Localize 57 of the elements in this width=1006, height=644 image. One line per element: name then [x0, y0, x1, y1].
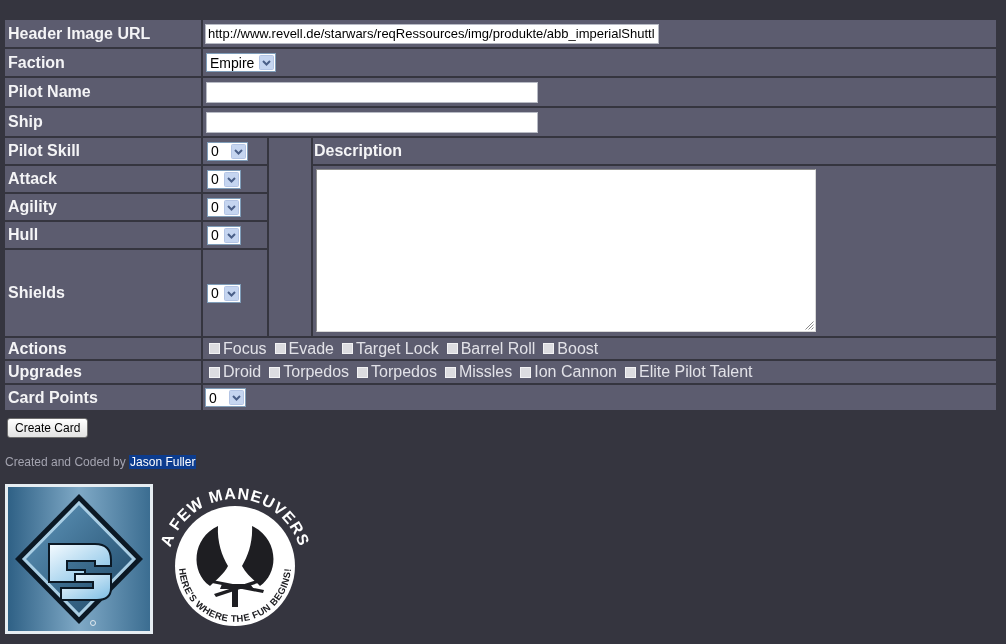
checkbox-label[interactable]: Torpedos [283, 363, 350, 381]
checkbox[interactable] [520, 366, 532, 378]
checkbox-label[interactable]: Missles [458, 363, 513, 381]
chevron-down-icon [224, 171, 239, 187]
checkbox[interactable] [274, 343, 286, 354]
checkbox[interactable] [209, 343, 220, 354]
chevron-down-icon [224, 227, 239, 243]
checkbox-label[interactable]: Boost [557, 339, 599, 358]
stat-dropdown[interactable]: 0 [207, 225, 241, 245]
checkbox[interactable] [357, 366, 369, 378]
checkbox-label[interactable]: Evade [288, 339, 334, 358]
field-label: Header Image URL [8, 24, 151, 43]
field-label: Pilot Name [8, 83, 91, 101]
chevron-down-icon [224, 199, 239, 215]
field-label: Attack [8, 170, 57, 188]
stat-dropdown[interactable]: 0 [207, 197, 241, 217]
chevron-down-icon [231, 143, 246, 159]
checkbox-label[interactable]: Elite Pilot Talent [638, 363, 753, 381]
field-label: Actions [8, 339, 67, 358]
chevron-down-icon [229, 390, 244, 405]
field-label: Upgrades [8, 363, 82, 381]
stat-dropdown[interactable]: 0 [207, 283, 241, 303]
description-field[interactable] [316, 169, 816, 332]
text-field[interactable] [206, 111, 538, 133]
text-field[interactable] [206, 81, 538, 103]
field-label: Ship [8, 113, 43, 131]
stat-dropdown[interactable]: 0 [207, 169, 241, 189]
checkbox[interactable] [444, 366, 456, 378]
checkbox-label[interactable]: Ion Cannon [534, 363, 617, 381]
field-label: Shields [8, 284, 65, 302]
text-field[interactable]: http://www.revell.de/starwars/reqRessources/img/produkte/abb_imperialShuttl [205, 23, 659, 44]
checkbox[interactable] [341, 343, 353, 354]
points-dropdown[interactable]: 0 [205, 388, 246, 407]
field-label: Agility [8, 198, 57, 216]
checkbox[interactable] [446, 343, 458, 354]
checkbox-label[interactable]: Focus [223, 339, 267, 358]
credit-text: Created and Coded by Jason Fuller [5, 455, 197, 470]
description-label: Description [314, 142, 402, 160]
faction-dropdown[interactable]: Empire [206, 53, 277, 72]
author-link[interactable]: Jason Fuller [129, 455, 197, 469]
field-label: Faction [8, 53, 65, 72]
checkbox[interactable] [269, 366, 281, 378]
resize-grip-icon[interactable] [805, 321, 814, 330]
chevron-down-icon [224, 285, 239, 301]
checkbox[interactable] [624, 366, 636, 378]
field-label: Hull [8, 226, 39, 244]
checkbox-label[interactable]: Barrel Roll [460, 339, 536, 358]
chevron-down-icon [259, 55, 275, 70]
checkbox[interactable] [543, 343, 555, 354]
create-card-button[interactable]: Create Card [7, 418, 89, 438]
stat-dropdown[interactable]: 0 [207, 141, 248, 161]
checkbox[interactable] [209, 366, 220, 378]
field-label: Pilot Skill [8, 142, 80, 160]
checkbox-label[interactable]: Target Lock [355, 339, 439, 358]
checkbox-label[interactable]: Droid [223, 363, 262, 381]
field-label: Card Points [8, 388, 98, 407]
checkbox-label[interactable]: Torpedos [371, 363, 437, 381]
